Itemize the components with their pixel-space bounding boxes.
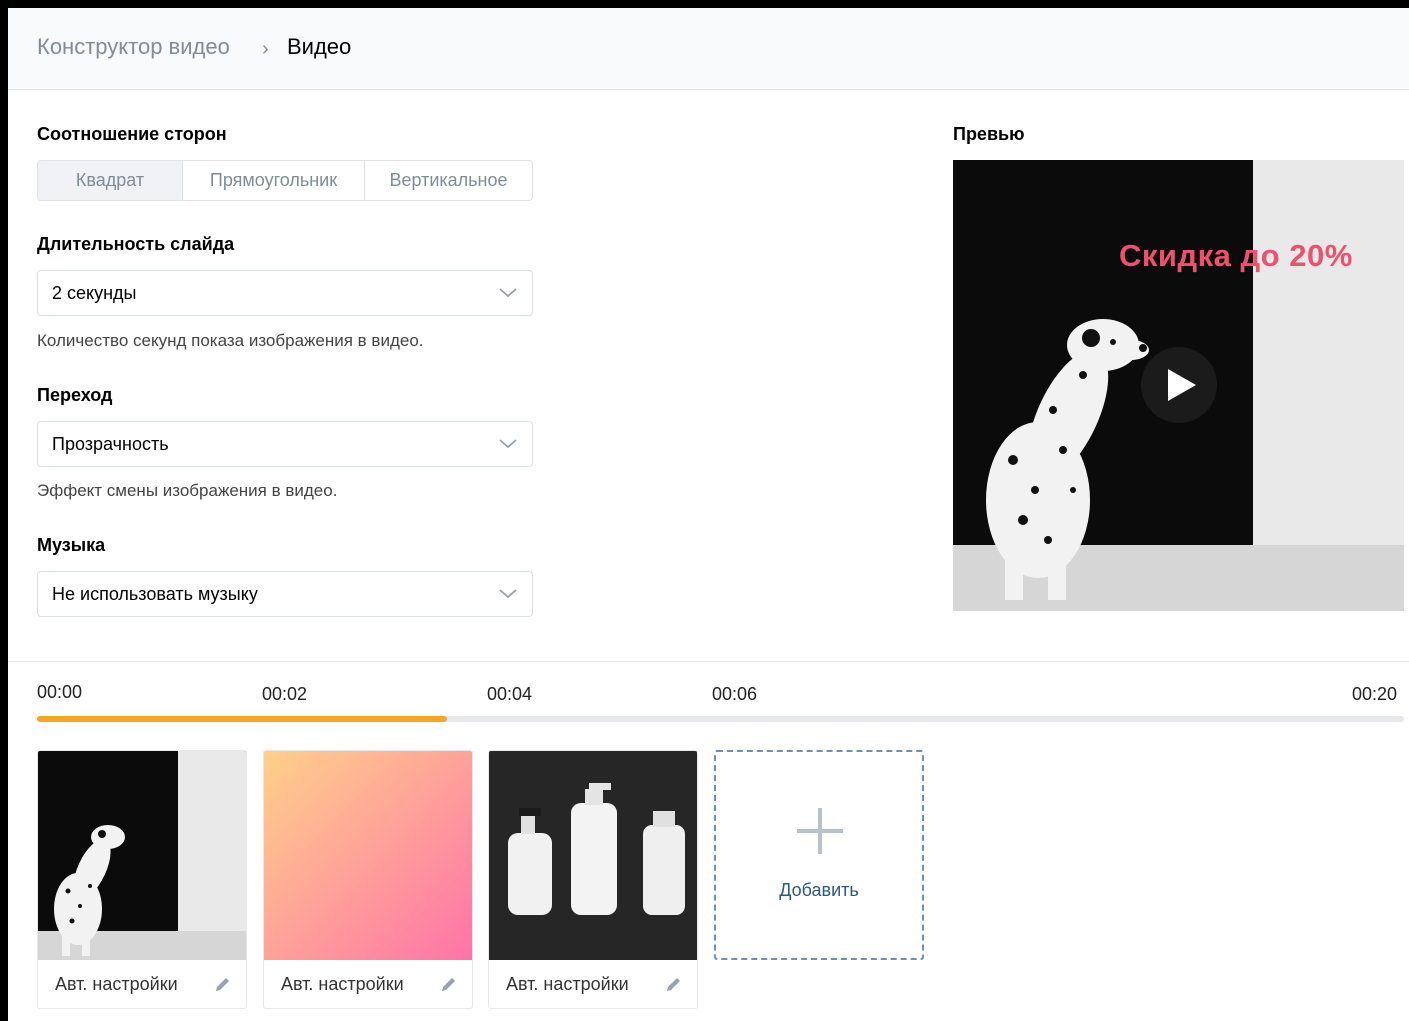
dalmatian-thumbnail-image: [38, 751, 246, 960]
slide-duration-hint: Количество секунд показа изображения в в…: [37, 331, 424, 350]
video-preview[interactable]: Скидка до 20%: [953, 160, 1404, 611]
section-divider: [8, 661, 1409, 662]
timeline-progress: [37, 716, 448, 722]
timeline-track[interactable]: [37, 716, 1404, 722]
slide-settings-label: Авт. настройки: [281, 974, 404, 994]
pencil-icon[interactable]: [440, 976, 457, 993]
aspect-option-vertical[interactable]: Вертикальное: [365, 161, 532, 200]
aspect-ratio-label: Соотношение сторон: [37, 124, 227, 144]
slide-duration-label: Длительность слайда: [37, 234, 235, 254]
breadcrumb-root-link[interactable]: Конструктор видео: [37, 34, 230, 60]
slide-card-footer: Авт. настройки: [38, 960, 246, 1008]
gradient-thumbnail-image: [264, 751, 472, 960]
timeline-tick: 00:00: [37, 682, 83, 702]
slide-thumbnail: [38, 751, 246, 960]
timeline-tick: 00:06: [712, 684, 758, 704]
pencil-icon[interactable]: [665, 976, 682, 993]
transition-value: Прозрачность: [52, 434, 169, 454]
music-value: Не использовать музыку: [52, 584, 258, 604]
video-constructor-app: Конструктор видео › Видео Соотношение ст…: [8, 8, 1409, 1021]
promo-text: Скидка до 20%: [1119, 238, 1353, 273]
chevron-down-icon: [499, 589, 517, 599]
slide-settings-label: Авт. настройки: [55, 974, 178, 994]
slide-card[interactable]: Авт. настройки: [37, 750, 247, 1009]
chevron-down-icon: [499, 288, 517, 298]
add-slide-button[interactable]: Добавить: [714, 750, 924, 960]
slide-duration-value: 2 секунды: [52, 283, 137, 303]
timeline-tick: 00:02: [262, 684, 308, 704]
plus-icon: [797, 808, 843, 854]
transition-label: Переход: [37, 385, 113, 405]
breadcrumb-separator: ›: [262, 38, 269, 60]
transition-hint: Эффект смены изображения в видео.: [37, 481, 338, 500]
slide-thumbnail: [489, 751, 697, 960]
bottles-thumbnail-image: [489, 751, 697, 960]
slide-thumbnail: [264, 751, 472, 960]
slide-duration-select[interactable]: 2 секунды: [37, 270, 533, 316]
aspect-option-square[interactable]: Квадрат: [38, 161, 183, 200]
slide-card[interactable]: Авт. настройки: [488, 750, 698, 1009]
timeline-tick: 00:20: [1352, 684, 1398, 704]
transition-select[interactable]: Прозрачность: [37, 421, 533, 467]
add-slide-label: Добавить: [779, 880, 859, 900]
play-button[interactable]: [1141, 347, 1217, 423]
slide-card[interactable]: Авт. настройки: [263, 750, 473, 1009]
slide-card-footer: Авт. настройки: [264, 960, 472, 1008]
music-select[interactable]: Не использовать музыку: [37, 571, 533, 617]
page-title: Видео: [287, 34, 352, 59]
chevron-down-icon: [499, 439, 517, 449]
aspect-ratio-segmented-control: Квадрат Прямоугольник Вертикальное: [37, 160, 533, 201]
slide-card-footer: Авт. настройки: [489, 960, 697, 1008]
breadcrumb: Конструктор видео › Видео: [8, 8, 1409, 90]
slide-settings-label: Авт. настройки: [506, 974, 629, 994]
aspect-option-rectangle[interactable]: Прямоугольник: [183, 161, 365, 200]
pencil-icon[interactable]: [214, 976, 231, 993]
music-label: Музыка: [37, 535, 106, 555]
timeline-tick: 00:04: [487, 684, 533, 704]
preview-label: Превью: [953, 124, 1025, 144]
play-icon: [1168, 369, 1196, 401]
